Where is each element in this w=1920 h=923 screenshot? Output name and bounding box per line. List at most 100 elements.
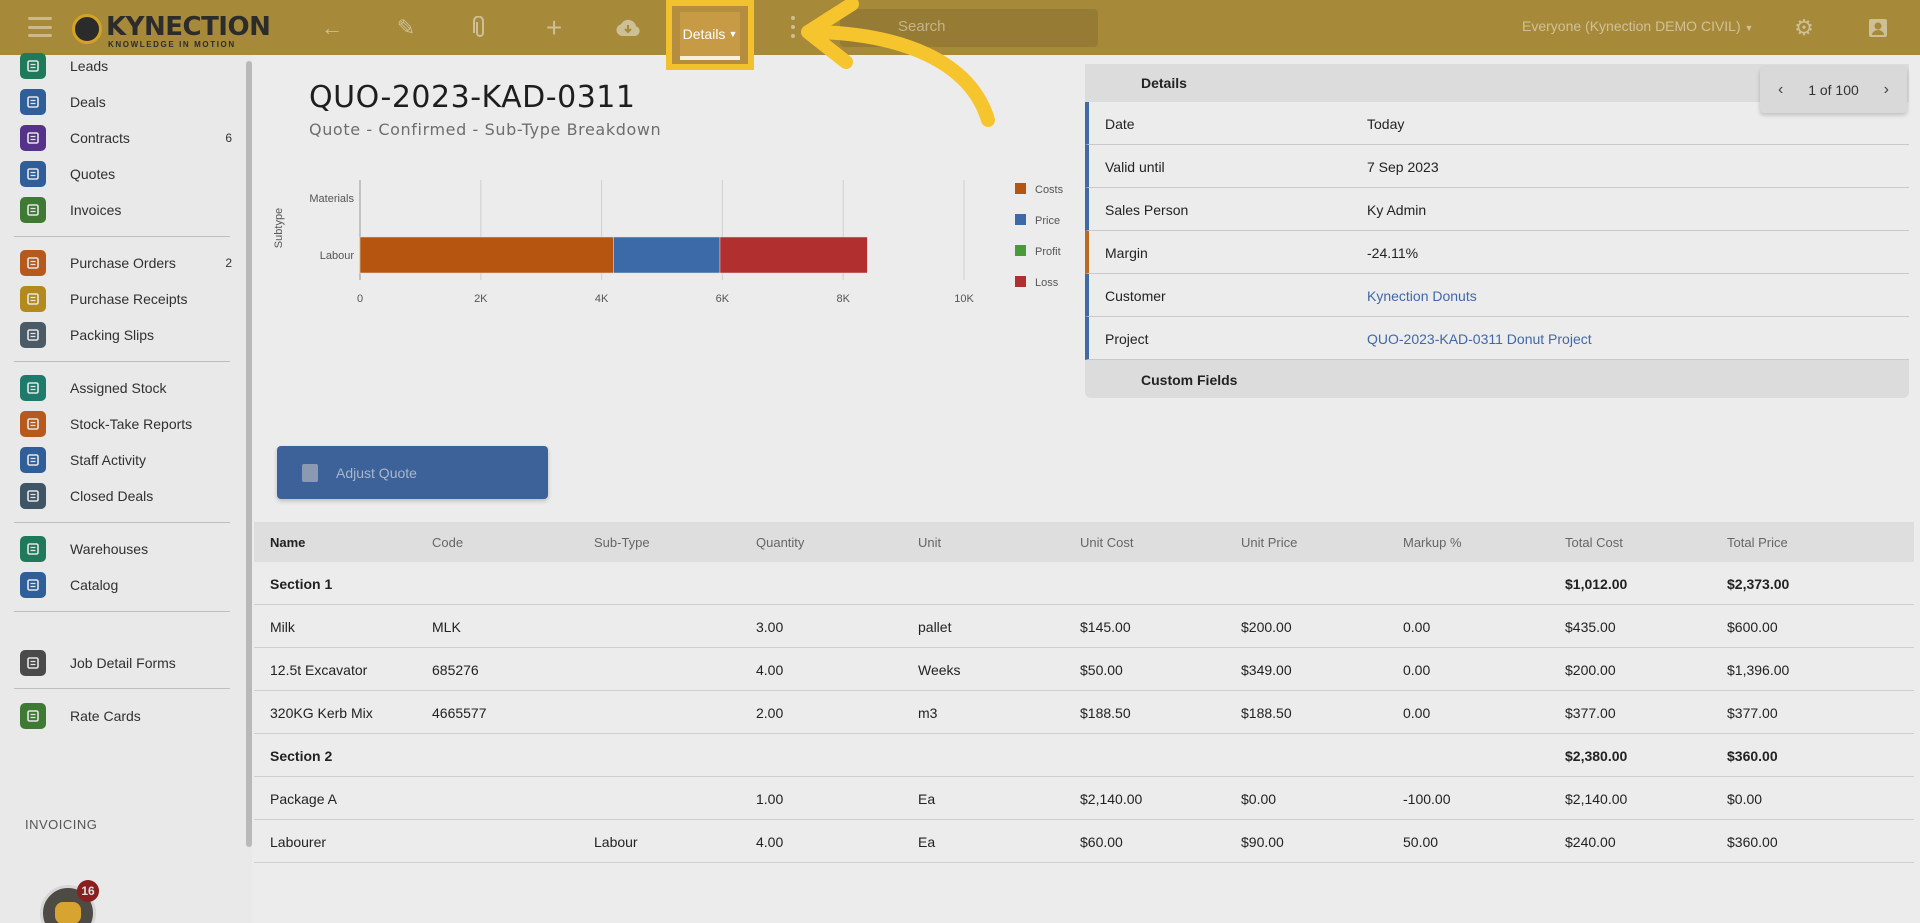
table-row[interactable]: 12.5t Excavator 685276 4.00 Weeks $50.00 $349… [254,648,1914,691]
detail-key: Customer [1105,288,1166,304]
legend-swatch [1015,276,1026,287]
table-cell: 685276 [432,662,479,678]
table-cell: MLK [432,619,461,635]
legend-swatch [1015,214,1026,225]
table-row[interactable]: Labourer Labour 4.00 Ea $60.00 $90.00 50.00 $24… [254,820,1914,863]
document-icon [20,197,46,223]
sidebar-item-closed-deals[interactable]: Closed Deals [20,481,232,511]
warehouse-icon [20,536,46,562]
sidebar-item-packing-slips[interactable]: Packing Slips [20,320,232,350]
truck-icon [20,322,46,348]
detail-value: 7 Sep 2023 [1367,159,1439,175]
table-cell: $200.00 [1565,662,1616,678]
workspace-label: Everyone (Kynection DEMO CIVIL) [1522,18,1741,34]
logo-word: KYNECTION [106,12,271,42]
table-row[interactable]: Package A 1.00 Ea $2,140.00 $0.00 -100.00 $2,1… [254,777,1914,820]
table-row[interactable]: 320KG Kerb Mix 4665577 2.00 m3 $188.50 $188.5… [254,691,1914,734]
gear-icon[interactable]: ⚙ [1790,14,1818,42]
menu-icon[interactable] [28,17,52,37]
column-header-unit[interactable]: Unit [918,535,941,550]
column-header-sub-type[interactable]: Sub-Type [594,535,650,550]
table-cell: $0.00 [1241,791,1277,807]
section-row[interactable]: Section 1 $1,012.00 $2,373.00 [254,562,1914,605]
table-cell: Package A [270,791,337,807]
bar-segment-loss [719,236,868,274]
sidebar-item-count: 2 [225,256,232,270]
column-header-name[interactable]: Name [270,535,305,550]
sidebar-item-quotes[interactable]: Quotes [20,159,232,189]
sidebar-item-purchase-orders[interactable]: Purchase Orders 2 [20,248,232,278]
sidebar-item-label: Contracts [70,130,130,146]
document-icon [20,250,46,276]
sidebar-scrollbar[interactable] [246,61,252,847]
sidebar-item-stock-take-reports[interactable]: Stock-Take Reports [20,409,232,439]
x-tick-label: 10K [954,293,974,305]
column-header-unit-cost[interactable]: Unit Cost [1080,535,1133,550]
table-cell: $2,140.00 [1080,791,1143,807]
table-cell: 0.00 [1403,619,1431,635]
detail-row-margin: Margin -24.11% [1085,231,1909,274]
table-cell: $90.00 [1241,834,1284,850]
quote-lines-table: Name Code Sub-Type Quantity Unit Unit Cost Uni… [254,522,1914,863]
details-menu-button[interactable]: Details ▼ [666,0,754,70]
column-header-total-cost[interactable]: Total Cost [1565,535,1623,550]
table-cell: $360.00 [1727,748,1778,764]
sidebar-item-label: Invoices [70,202,122,218]
column-header-unit-price[interactable]: Unit Price [1241,535,1297,550]
sidebar-item-contracts[interactable]: Contracts 6 [20,123,232,153]
chevron-left-icon[interactable]: ‹ [1778,81,1783,99]
x-tick-label: 2K [474,293,488,305]
sidebar-item-staff-activity[interactable]: Staff Activity [20,445,232,475]
chevron-right-icon[interactable]: › [1884,81,1889,99]
sidebar-item-rate-cards[interactable]: Rate Cards [20,701,232,731]
adjust-quote-button[interactable]: Adjust Quote [277,446,548,499]
column-header-code[interactable]: Code [432,535,463,550]
attachment-icon[interactable] [466,14,494,42]
sidebar-item-leads[interactable]: Leads [20,51,232,81]
detail-link[interactable]: QUO-2023-KAD-0311 Donut Project [1367,331,1592,347]
back-arrow-icon[interactable]: ← [318,14,346,42]
account-icon[interactable] [1864,14,1892,42]
column-header-markup[interactable]: Markup % [1403,535,1462,550]
sidebar-item-job-detail-forms[interactable]: Job Detail Forms [20,648,232,678]
sidebar-item-label: Purchase Receipts [70,291,188,307]
detail-key: Project [1105,331,1149,347]
table-cell: $200.00 [1241,619,1292,635]
table-cell: $349.00 [1241,662,1292,678]
detail-value: -24.11% [1367,245,1419,261]
section-row[interactable]: Section 2 $2,380.00 $360.00 [254,734,1914,777]
edit-pencil-icon[interactable]: ✎ [392,14,420,42]
table-header: Name Code Sub-Type Quantity Unit Unit Cost Uni… [254,522,1914,562]
column-header-quantity[interactable]: Quantity [756,535,804,550]
detail-key: Margin [1105,245,1148,261]
sidebar-item-assigned-stock[interactable]: Assigned Stock [20,373,232,403]
details-menu-label: Details [682,26,726,42]
table-row[interactable]: Milk MLK 3.00 pallet $145.00 $200.00 0.00 $435.… [254,605,1914,648]
sidebar-item-warehouses[interactable]: Warehouses [20,534,232,564]
sidebar-item-label: Job Detail Forms [70,655,176,671]
clipboard-icon [20,411,46,437]
detail-link[interactable]: Kynection Donuts [1367,288,1477,304]
table-cell: Labourer [270,834,327,850]
logo[interactable]: KYNECTION KNOWLEDGE IN MOTION [72,10,271,49]
table-cell: $145.00 [1080,619,1131,635]
custom-fields-heading[interactable]: Custom Fields [1085,360,1909,398]
cloud-download-icon[interactable] [614,14,642,42]
legend-label: Price [1035,215,1060,227]
add-icon[interactable]: + [540,12,568,43]
sidebar-item-invoices[interactable]: Invoices [20,195,232,225]
table-cell: -100.00 [1403,791,1451,807]
document-icon [20,125,46,151]
sidebar-item-catalog[interactable]: Catalog [20,570,232,600]
table-cell: $50.00 [1080,662,1123,678]
table-cell: 12.5t Excavator [270,662,368,678]
sidebar-item-purchase-receipts[interactable]: Purchase Receipts [20,284,232,314]
column-header-total-price[interactable]: Total Price [1727,535,1788,550]
workspace-selector[interactable]: Everyone (Kynection DEMO CIVIL) ▼ [1522,18,1753,34]
sidebar-item-label: Leads [70,58,109,74]
assistant-bot-icon[interactable]: 16 [40,880,99,923]
x-tick-label: 6K [716,293,730,305]
sidebar-item-deals[interactable]: Deals [20,87,232,117]
sidebar-item-label: Staff Activity [70,452,146,468]
y-axis-label: Subtype [273,208,285,248]
